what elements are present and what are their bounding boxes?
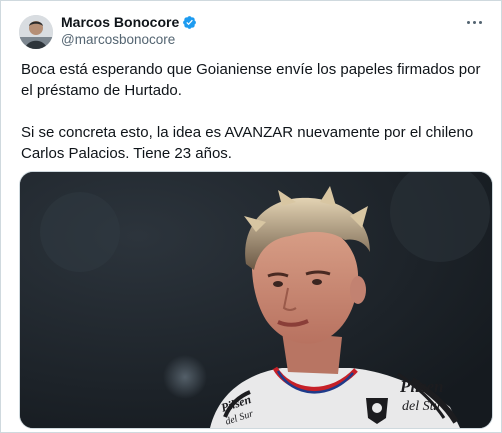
author-handle[interactable]: @marcosbonocore <box>61 32 175 47</box>
tweet-photo[interactable]: Pilsen del Sur Pilsen del Sur <box>19 171 493 429</box>
avatar[interactable] <box>19 15 53 49</box>
tweet-paragraph: Boca está esperando que Goianiense envíe… <box>21 61 481 99</box>
svg-text:Pilsen: Pilsen <box>399 377 443 396</box>
author-row: Marcos Bonocore <box>61 13 197 31</box>
tweet-text: Boca está esperando que Goianiense envíe… <box>21 59 481 164</box>
svg-text:del Sur: del Sur <box>402 399 443 414</box>
more-options-icon[interactable] <box>463 11 485 33</box>
author-display-name[interactable]: Marcos Bonocore <box>61 14 179 30</box>
tweet-card: Marcos Bonocore @marcosbonocore Boca est… <box>0 0 502 433</box>
verified-badge-icon <box>182 15 197 30</box>
tweet-paragraph: Si se concreta esto, la idea es AVANZAR … <box>21 124 474 162</box>
